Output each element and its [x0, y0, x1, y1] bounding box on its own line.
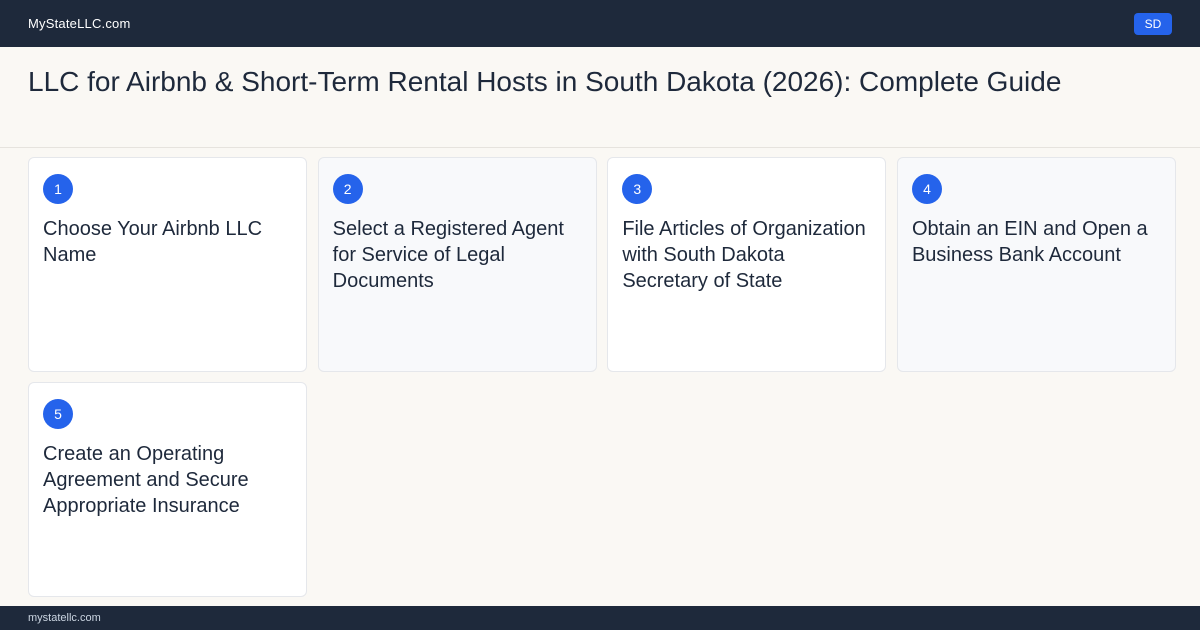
step-number-badge: 2 [332, 174, 363, 204]
steps-grid: 1 Choose Your Airbnb LLC Name 2 Select a… [28, 157, 1176, 597]
step-number-badge: 3 [622, 174, 653, 204]
step-number-badge: 5 [43, 399, 73, 429]
step-number-badge: 1 [43, 174, 73, 204]
footer-bar: mystatellc.com [0, 606, 1200, 630]
step-number-badge: 4 [911, 174, 942, 204]
step-card-1: 1 Choose Your Airbnb LLC Name [28, 157, 307, 372]
step-title: File Articles of Organization with South… [622, 218, 866, 292]
step-card-4: 4 Obtain an EIN and Open a Business Bank… [896, 157, 1176, 372]
footer-domain[interactable]: mystatellc.com [28, 612, 101, 624]
page-title: LLC for Airbnb & Short-Term Rental Hosts… [28, 66, 1062, 97]
step-title: Select a Registered Agent for Service of… [332, 218, 564, 292]
title-section: LLC for Airbnb & Short-Term Rental Hosts… [0, 47, 1200, 148]
site-brand[interactable]: MyStateLLC.com [28, 16, 131, 31]
step-card-3: 3 File Articles of Organization with Sou… [607, 157, 887, 372]
state-badge: SD [1134, 12, 1172, 35]
step-card-2: 2 Select a Registered Agent for Service … [317, 157, 597, 372]
step-title: Choose Your Airbnb LLC Name [43, 218, 263, 266]
step-title: Obtain an EIN and Open a Business Bank A… [911, 218, 1148, 266]
step-title: Create an Operating Agreement and Secure… [43, 443, 249, 517]
top-bar: MyStateLLC.com SD [0, 0, 1200, 47]
step-card-5: 5 Create an Operating Agreement and Secu… [28, 382, 307, 597]
